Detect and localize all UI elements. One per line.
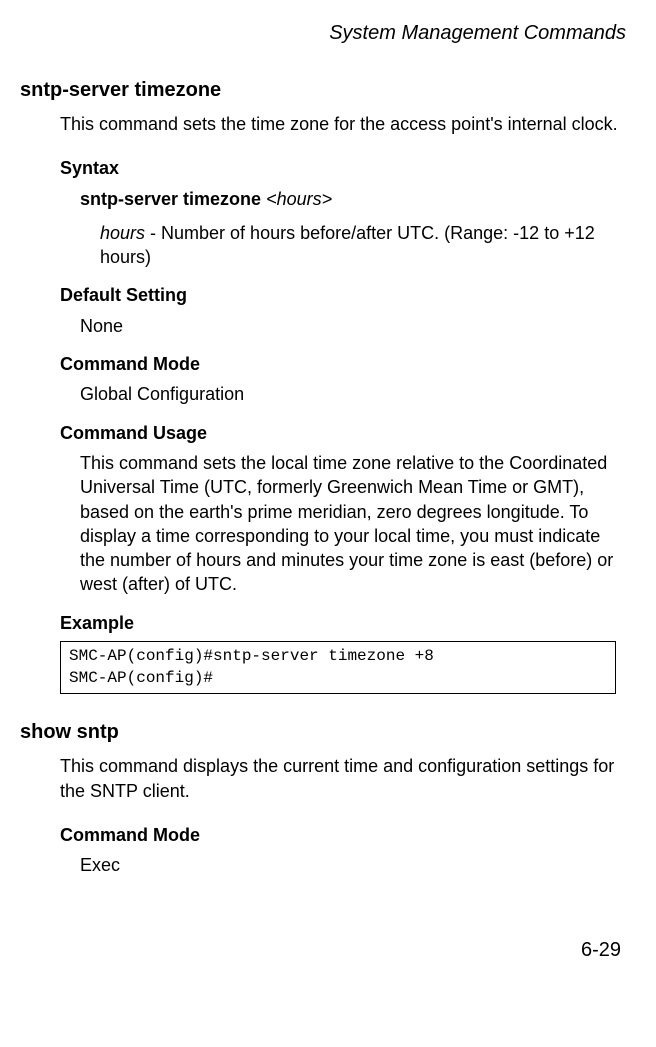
example-code-block: SMC-AP(config)#sntp-server timezone +8 S…	[60, 641, 616, 694]
chapter-title: System Management Commands	[20, 20, 626, 47]
default-setting-label: Default Setting	[60, 283, 626, 307]
page-number: 6-29	[20, 937, 621, 964]
parameter-description: hours - Number of hours before/after UTC…	[100, 221, 626, 270]
command-intro: This command displays the current time a…	[60, 754, 626, 803]
syntax-command: sntp-server timezone	[80, 189, 261, 209]
command-mode-label: Command Mode	[60, 352, 626, 376]
syntax-argument: <hours>	[266, 189, 332, 209]
command-mode-label: Command Mode	[60, 823, 626, 847]
command-heading-show-sntp: show sntp	[20, 719, 626, 746]
command-heading-sntp-server-timezone: sntp-server timezone	[20, 77, 626, 104]
default-setting-value: None	[80, 314, 626, 338]
parameter-text: - Number of hours before/after UTC. (Ran…	[100, 223, 595, 267]
command-mode-value: Global Configuration	[80, 382, 626, 406]
syntax-label: Syntax	[60, 156, 626, 180]
command-mode-value: Exec	[80, 853, 626, 877]
command-usage-text: This command sets the local time zone re…	[80, 451, 616, 597]
example-label: Example	[60, 611, 626, 635]
command-usage-label: Command Usage	[60, 421, 626, 445]
command-intro: This command sets the time zone for the …	[60, 112, 626, 136]
parameter-name: hours	[100, 223, 145, 243]
syntax-line: sntp-server timezone <hours>	[80, 187, 626, 211]
